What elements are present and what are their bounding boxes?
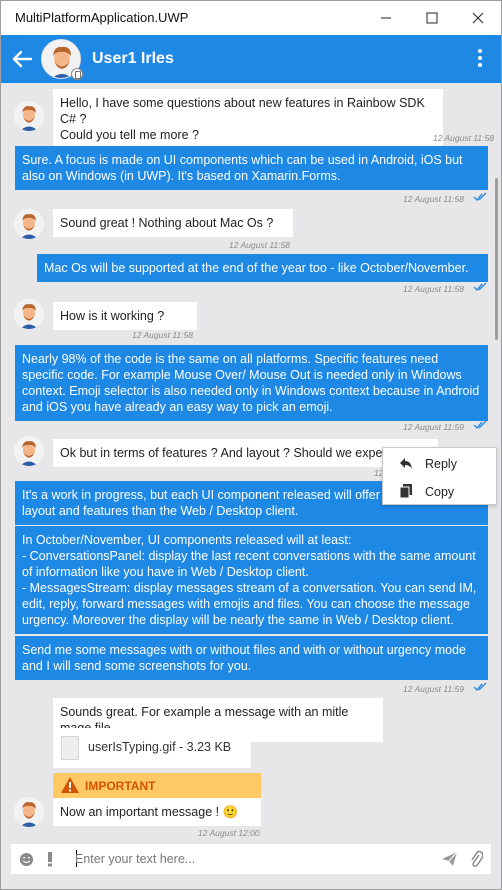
menu-item-label: Copy [425, 485, 455, 499]
message-bubble[interactable]: How is it working ? [53, 302, 197, 330]
read-receipt-icon [473, 192, 487, 202]
conversation-header: User1 Irles [1, 35, 501, 83]
avatar[interactable] [14, 101, 44, 131]
message-bubble[interactable]: Hello, I have some questions about new f… [53, 89, 443, 149]
menu-item-reply[interactable]: Reply [383, 450, 496, 476]
minimize-icon [381, 17, 391, 19]
more-options-button[interactable] [475, 47, 485, 71]
app-window: MultiPlatformApplication.UWP User1 Irles [0, 0, 502, 890]
close-button[interactable] [455, 1, 501, 35]
presence-badge [71, 68, 83, 80]
file-name: userIsTyping.gif - 3.23 KB [88, 740, 232, 754]
menu-item-label: Reply [425, 457, 457, 471]
contact-name: User1 Irles [92, 50, 174, 67]
window-title: MultiPlatformApplication.UWP [15, 10, 189, 25]
message-bubble[interactable]: Sure. A focus is made on UI components w… [15, 146, 488, 190]
arrow-left-icon [12, 50, 33, 68]
message-bubble[interactable]: Now an important message ! 🙂 [53, 798, 261, 826]
message-bubble[interactable]: Send me some messages with or without fi… [15, 636, 488, 680]
maximize-button[interactable] [409, 1, 455, 35]
urgency-banner: IMPORTANT [53, 773, 261, 798]
avatar[interactable] [14, 436, 44, 466]
file-attachment[interactable]: userIsTyping.gif - 3.23 KB [53, 728, 251, 768]
file-icon [61, 736, 79, 760]
back-button[interactable] [11, 46, 33, 72]
message-timestamp: 12 August 11:58 [132, 330, 193, 340]
urgency-label: IMPORTANT [85, 779, 156, 793]
message-input-container [11, 844, 491, 874]
message-timestamp: 12 August 12:00 [198, 828, 260, 838]
title-bar: MultiPlatformApplication.UWP [1, 1, 501, 35]
emoji-icon[interactable] [19, 852, 34, 867]
warning-icon [61, 777, 79, 793]
paperclip-icon[interactable] [469, 850, 483, 868]
read-receipt-icon [473, 282, 487, 292]
message-timestamp: 12 August 11:58 [403, 194, 464, 204]
message-input-bar [1, 841, 501, 889]
reply-icon [400, 458, 412, 469]
minimize-button[interactable] [363, 1, 409, 35]
message-bubble[interactable]: In October/November, UI components relea… [15, 526, 488, 634]
context-menu: Reply Copy [382, 447, 497, 505]
message-input[interactable] [75, 850, 415, 868]
maximize-icon [426, 12, 438, 24]
read-receipt-icon [473, 682, 487, 692]
message-timestamp: 12 August 11:59 [403, 422, 464, 432]
message-timestamp: 12 August 11:58 [433, 133, 494, 143]
urgency-icon[interactable] [45, 851, 55, 867]
copy-icon [399, 484, 412, 499]
message-bubble[interactable]: Mac Os will be supported at the end of t… [37, 254, 488, 282]
avatar[interactable] [14, 209, 44, 239]
message-timestamp: 12 August 11:58 [229, 240, 290, 250]
message-timestamp: 12 August 11:59 [403, 684, 464, 694]
avatar[interactable] [14, 299, 44, 329]
message-timestamp: 12 August 11:58 [403, 284, 464, 294]
message-bubble[interactable]: Sound great ! Nothing about Mac Os ? [53, 209, 293, 237]
scrollbar-thumb[interactable] [495, 178, 498, 340]
message-bubble[interactable]: Ok but in terms of features ? And layout… [53, 439, 438, 467]
read-receipt-icon [473, 420, 487, 430]
message-bubble[interactable]: Nearly 98% of the code is the same on al… [15, 345, 488, 421]
send-icon[interactable] [441, 851, 458, 867]
close-icon [472, 12, 484, 24]
kebab-icon [475, 49, 485, 67]
menu-item-copy[interactable]: Copy [383, 478, 496, 504]
avatar[interactable] [14, 797, 44, 827]
